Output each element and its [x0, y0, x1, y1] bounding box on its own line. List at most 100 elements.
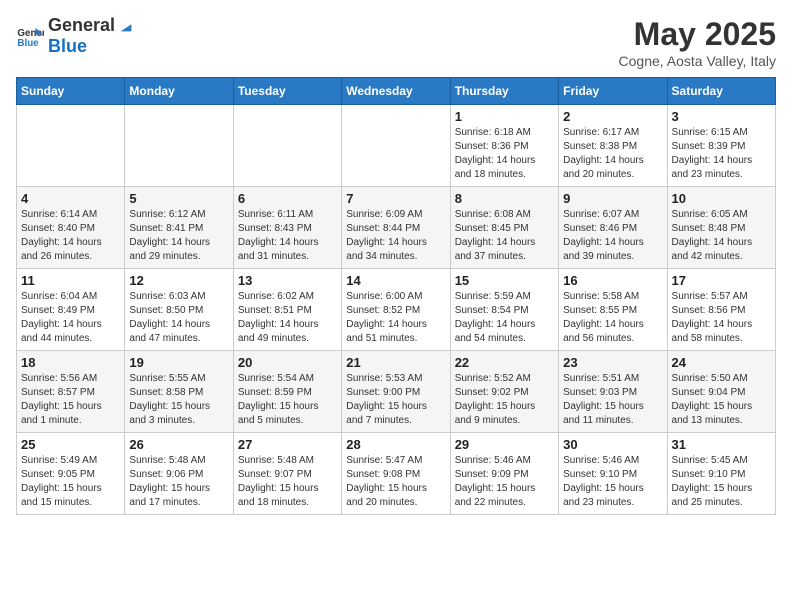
calendar-day-cell: 23Sunrise: 5:51 AM Sunset: 9:03 PM Dayli…	[559, 351, 667, 433]
calendar-day-cell: 24Sunrise: 5:50 AM Sunset: 9:04 PM Dayli…	[667, 351, 775, 433]
day-info: Sunrise: 6:02 AM Sunset: 8:51 PM Dayligh…	[238, 290, 337, 346]
day-info: Sunrise: 5:52 AM Sunset: 9:02 PM Dayligh…	[455, 372, 554, 428]
day-number: 13	[238, 273, 337, 288]
day-info: Sunrise: 5:50 AM Sunset: 9:04 PM Dayligh…	[672, 372, 771, 428]
day-info: Sunrise: 5:58 AM Sunset: 8:55 PM Dayligh…	[563, 290, 662, 346]
weekday-header-cell: Wednesday	[342, 78, 450, 105]
calendar-day-cell: 20Sunrise: 5:54 AM Sunset: 8:59 PM Dayli…	[233, 351, 341, 433]
calendar-day-cell: 4 Sunrise: 6:14 AM Sunset: 8:40 PM Daylig…	[17, 187, 125, 269]
calendar-day-cell: 27Sunrise: 5:48 AM Sunset: 9:07 PM Dayli…	[233, 433, 341, 515]
calendar-day-cell: 21 Sunrise: 5:53 AM Sunset: 9:00 PM Dayli…	[342, 351, 450, 433]
calendar-week-row: 18Sunrise: 5:56 AM Sunset: 8:57 PM Dayli…	[17, 351, 776, 433]
logo-general-text: General	[48, 16, 115, 36]
day-info: Sunrise: 6:17 AM Sunset: 8:38 PM Dayligh…	[563, 126, 662, 182]
day-number: 6	[238, 191, 337, 206]
day-number: 19	[129, 355, 228, 370]
day-number: 9	[563, 191, 662, 206]
weekday-header-cell: Sunday	[17, 78, 125, 105]
day-number: 14	[346, 273, 445, 288]
day-info: Sunrise: 5:53 AM Sunset: 9:00 PM Dayligh…	[346, 372, 445, 428]
calendar-day-cell: 8 Sunrise: 6:08 AM Sunset: 8:45 PM Daylig…	[450, 187, 558, 269]
weekday-header-cell: Monday	[125, 78, 233, 105]
day-number: 12	[129, 273, 228, 288]
calendar-day-cell: 26 Sunrise: 5:48 AM Sunset: 9:06 PM Dayli…	[125, 433, 233, 515]
day-info: Sunrise: 6:00 AM Sunset: 8:52 PM Dayligh…	[346, 290, 445, 346]
day-info: Sunrise: 6:09 AM Sunset: 8:44 PM Dayligh…	[346, 208, 445, 264]
day-number: 7	[346, 191, 445, 206]
day-info: Sunrise: 6:07 AM Sunset: 8:46 PM Dayligh…	[563, 208, 662, 264]
weekday-header-row: SundayMondayTuesdayWednesdayThursdayFrid…	[17, 78, 776, 105]
day-info: Sunrise: 6:08 AM Sunset: 8:45 PM Dayligh…	[455, 208, 554, 264]
day-info: Sunrise: 5:55 AM Sunset: 8:58 PM Dayligh…	[129, 372, 228, 428]
day-number: 17	[672, 273, 771, 288]
weekday-header-cell: Tuesday	[233, 78, 341, 105]
calendar-day-cell: 5 Sunrise: 6:12 AM Sunset: 8:41 PM Daylig…	[125, 187, 233, 269]
calendar-day-cell: 16 Sunrise: 5:58 AM Sunset: 8:55 PM Dayli…	[559, 269, 667, 351]
day-info: Sunrise: 6:11 AM Sunset: 8:43 PM Dayligh…	[238, 208, 337, 264]
day-number: 5	[129, 191, 228, 206]
calendar-day-cell: 7 Sunrise: 6:09 AM Sunset: 8:44 PM Daylig…	[342, 187, 450, 269]
day-number: 1	[455, 109, 554, 124]
calendar-day-cell	[17, 105, 125, 187]
day-number: 30	[563, 437, 662, 452]
calendar-day-cell	[125, 105, 233, 187]
calendar-day-cell: 18Sunrise: 5:56 AM Sunset: 8:57 PM Dayli…	[17, 351, 125, 433]
calendar-body: 1Sunrise: 6:18 AM Sunset: 8:36 PM Daylig…	[17, 105, 776, 515]
day-info: Sunrise: 5:48 AM Sunset: 9:06 PM Dayligh…	[129, 454, 228, 510]
day-info: Sunrise: 6:15 AM Sunset: 8:39 PM Dayligh…	[672, 126, 771, 182]
calendar-day-cell: 13 Sunrise: 6:02 AM Sunset: 8:51 PM Dayli…	[233, 269, 341, 351]
calendar-day-cell: 15 Sunrise: 5:59 AM Sunset: 8:54 PM Dayli…	[450, 269, 558, 351]
svg-text:Blue: Blue	[17, 38, 39, 49]
calendar-day-cell: 25 Sunrise: 5:49 AM Sunset: 9:05 PM Dayli…	[17, 433, 125, 515]
calendar-day-cell: 31 Sunrise: 5:45 AM Sunset: 9:10 PM Dayli…	[667, 433, 775, 515]
day-info: Sunrise: 6:03 AM Sunset: 8:50 PM Dayligh…	[129, 290, 228, 346]
calendar-day-cell: 30 Sunrise: 5:46 AM Sunset: 9:10 PM Dayli…	[559, 433, 667, 515]
day-number: 26	[129, 437, 228, 452]
day-number: 21	[346, 355, 445, 370]
day-info: Sunrise: 5:57 AM Sunset: 8:56 PM Dayligh…	[672, 290, 771, 346]
calendar-day-cell: 9 Sunrise: 6:07 AM Sunset: 8:46 PM Daylig…	[559, 187, 667, 269]
calendar-day-cell: 2 Sunrise: 6:17 AM Sunset: 8:38 PM Daylig…	[559, 105, 667, 187]
calendar-day-cell: 3Sunrise: 6:15 AM Sunset: 8:39 PM Daylig…	[667, 105, 775, 187]
calendar-day-cell: 22 Sunrise: 5:52 AM Sunset: 9:02 PM Dayli…	[450, 351, 558, 433]
day-number: 11	[21, 273, 120, 288]
calendar-day-cell: 28Sunrise: 5:47 AM Sunset: 9:08 PM Dayli…	[342, 433, 450, 515]
day-number: 25	[21, 437, 120, 452]
logo-blue-text: Blue	[48, 36, 87, 56]
day-number: 15	[455, 273, 554, 288]
weekday-header-cell: Saturday	[667, 78, 775, 105]
calendar-day-cell: 10Sunrise: 6:05 AM Sunset: 8:48 PM Dayli…	[667, 187, 775, 269]
day-number: 31	[672, 437, 771, 452]
calendar-day-cell: 6 Sunrise: 6:11 AM Sunset: 8:43 PM Daylig…	[233, 187, 341, 269]
day-number: 22	[455, 355, 554, 370]
day-info: Sunrise: 5:45 AM Sunset: 9:10 PM Dayligh…	[672, 454, 771, 510]
calendar-day-cell	[342, 105, 450, 187]
calendar-day-cell	[233, 105, 341, 187]
calendar-day-cell: 19 Sunrise: 5:55 AM Sunset: 8:58 PM Dayli…	[125, 351, 233, 433]
day-info: Sunrise: 5:49 AM Sunset: 9:05 PM Dayligh…	[21, 454, 120, 510]
weekday-header-cell: Friday	[559, 78, 667, 105]
day-info: Sunrise: 6:12 AM Sunset: 8:41 PM Dayligh…	[129, 208, 228, 264]
title-area: May 2025 Cogne, Aosta Valley, Italy	[619, 16, 776, 69]
calendar-day-cell: 1Sunrise: 6:18 AM Sunset: 8:36 PM Daylig…	[450, 105, 558, 187]
calendar-day-cell: 14 Sunrise: 6:00 AM Sunset: 8:52 PM Dayli…	[342, 269, 450, 351]
day-number: 4	[21, 191, 120, 206]
day-info: Sunrise: 5:47 AM Sunset: 9:08 PM Dayligh…	[346, 454, 445, 510]
day-info: Sunrise: 5:59 AM Sunset: 8:54 PM Dayligh…	[455, 290, 554, 346]
calendar-week-row: 4 Sunrise: 6:14 AM Sunset: 8:40 PM Daylig…	[17, 187, 776, 269]
day-number: 23	[563, 355, 662, 370]
day-info: Sunrise: 6:04 AM Sunset: 8:49 PM Dayligh…	[21, 290, 120, 346]
calendar-week-row: 11 Sunrise: 6:04 AM Sunset: 8:49 PM Dayli…	[17, 269, 776, 351]
day-info: Sunrise: 5:56 AM Sunset: 8:57 PM Dayligh…	[21, 372, 120, 428]
calendar-day-cell: 29Sunrise: 5:46 AM Sunset: 9:09 PM Dayli…	[450, 433, 558, 515]
day-number: 2	[563, 109, 662, 124]
subtitle: Cogne, Aosta Valley, Italy	[619, 53, 776, 69]
main-title: May 2025	[619, 16, 776, 53]
day-number: 20	[238, 355, 337, 370]
day-info: Sunrise: 5:46 AM Sunset: 9:10 PM Dayligh…	[563, 454, 662, 510]
day-number: 8	[455, 191, 554, 206]
calendar-week-row: 25 Sunrise: 5:49 AM Sunset: 9:05 PM Dayli…	[17, 433, 776, 515]
day-info: Sunrise: 6:14 AM Sunset: 8:40 PM Dayligh…	[21, 208, 120, 264]
day-number: 16	[563, 273, 662, 288]
logo: General Blue General Blue	[16, 16, 135, 57]
